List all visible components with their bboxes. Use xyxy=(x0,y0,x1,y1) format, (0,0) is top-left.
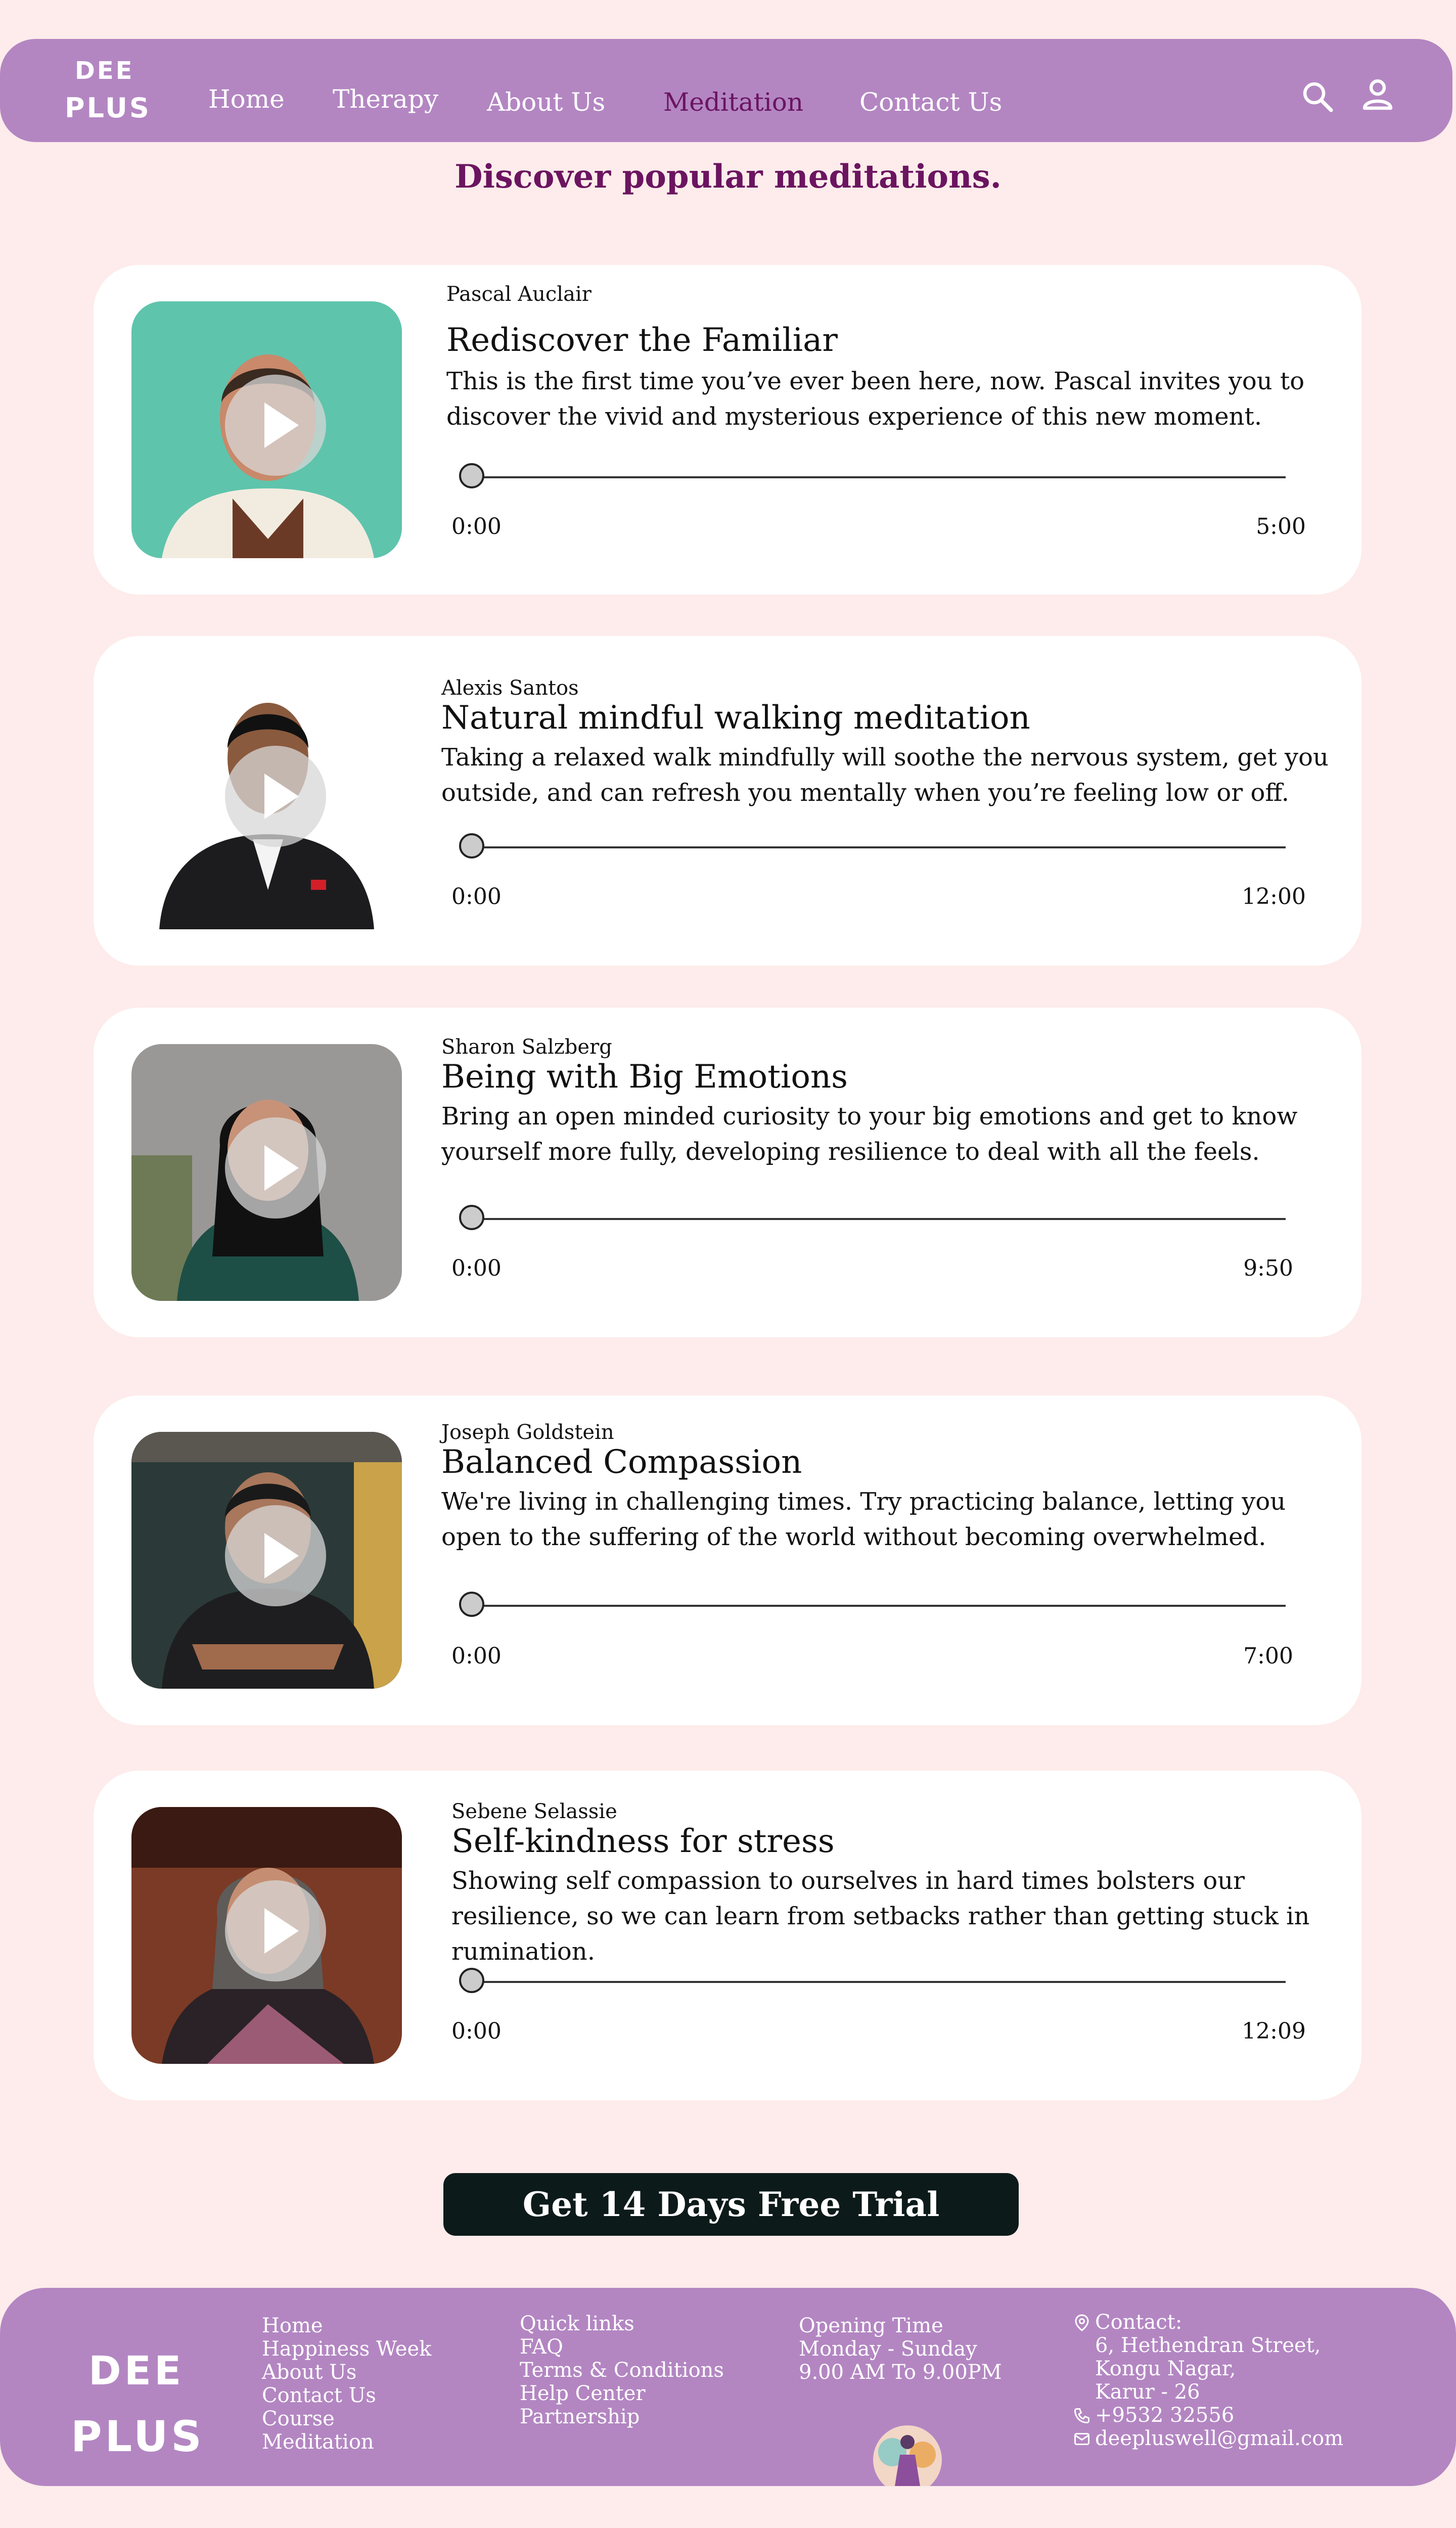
meditation-card: Pascal Auclair Rediscover the Familiar T… xyxy=(94,265,1361,595)
duration: 5:00 xyxy=(1256,514,1306,539)
page-title: Discover popular meditations. xyxy=(454,158,1002,196)
duration: 9:50 xyxy=(1243,1255,1293,1281)
progress-track[interactable] xyxy=(459,1205,1286,1230)
track-description: We're living in challenging times. Try p… xyxy=(441,1487,1286,1551)
instructor-photo xyxy=(131,672,402,929)
footer-link-home[interactable]: Home xyxy=(262,2314,431,2337)
instructor-photo xyxy=(131,1044,402,1301)
progress-handle[interactable] xyxy=(459,1968,484,1993)
progress-track[interactable] xyxy=(459,1968,1286,1993)
instructor-photo xyxy=(131,1432,402,1689)
contact-label: Contact: xyxy=(1095,2311,1182,2334)
footer-link-faq[interactable]: FAQ xyxy=(520,2335,724,2359)
meditation-figure-icon xyxy=(873,2425,942,2486)
progress-track[interactable] xyxy=(459,833,1286,859)
play-button[interactable] xyxy=(225,1505,326,1606)
opening-days: Monday - Sunday xyxy=(799,2337,977,2361)
logo[interactable]: DEE PLUS xyxy=(65,54,153,130)
location-pin-icon xyxy=(1075,2314,1089,2331)
free-trial-button[interactable]: Get 14 Days Free Trial xyxy=(443,2173,1019,2236)
email-line[interactable]: deepluswell@gmail.com xyxy=(1073,2427,1343,2450)
footer-logo-top-text: DEE xyxy=(88,2349,185,2394)
play-button[interactable] xyxy=(225,1117,326,1218)
footer-link-partnership[interactable]: Partnership xyxy=(520,2405,724,2428)
footer-link-help-center[interactable]: Help Center xyxy=(520,2382,724,2405)
meditation-card: Alexis Santos Natural mindful walking me… xyxy=(94,636,1361,966)
track-author: Pascal Auclair xyxy=(446,283,592,306)
opening-hours-text: 9.00 AM To 9.00PM xyxy=(799,2361,1002,2384)
footer-link-about-us[interactable]: About Us xyxy=(262,2361,431,2384)
phone-number: +9532 32556 xyxy=(1095,2404,1235,2427)
top-nav: DEE PLUS Home Therapy About Us Meditatio… xyxy=(0,39,1452,142)
footer-link-terms[interactable]: Terms & Conditions xyxy=(520,2359,724,2382)
progress-handle[interactable] xyxy=(459,1205,484,1230)
track-description: Bring an open minded curiosity to your b… xyxy=(441,1102,1298,1166)
footer: DEE PLUS Home Happiness Week About Us Co… xyxy=(0,2288,1456,2486)
duration: 7:00 xyxy=(1243,1643,1293,1669)
track-author: Sebene Selassie xyxy=(451,1800,617,1823)
logo-bottom-text: PLUS xyxy=(65,92,151,124)
duration: 12:09 xyxy=(1242,2018,1306,2044)
track-description: Taking a relaxed walk mindfully will soo… xyxy=(441,743,1329,807)
track-title: Self-kindness for stress xyxy=(451,1823,835,1860)
track-author: Joseph Goldstein xyxy=(441,1421,614,1444)
track-title: Balanced Compassion xyxy=(441,1443,802,1481)
track-title: Rediscover the Familiar xyxy=(446,322,838,359)
footer-link-happiness-week[interactable]: Happiness Week xyxy=(262,2337,431,2361)
current-time: 0:00 xyxy=(451,514,502,539)
progress-handle[interactable] xyxy=(459,463,484,488)
footer-nav-links: Home Happiness Week About Us Contact Us … xyxy=(262,2314,431,2454)
mail-icon xyxy=(1074,2433,1089,2445)
meditation-card: Sharon Salzberg Being with Big Emotions … xyxy=(94,1008,1361,1337)
current-time: 0:00 xyxy=(451,1643,502,1669)
nav-link-therapy[interactable]: Therapy xyxy=(333,84,438,114)
logo-top-text: DEE xyxy=(75,57,134,85)
search-icon[interactable] xyxy=(1299,78,1337,116)
footer-link-contact-us[interactable]: Contact Us xyxy=(262,2384,431,2407)
play-button[interactable] xyxy=(225,746,326,847)
contact-heading: Contact: xyxy=(1073,2311,1343,2334)
nav-link-contact-us[interactable]: Contact Us xyxy=(859,87,1002,117)
phone-line[interactable]: +9532 32556 xyxy=(1073,2404,1343,2427)
current-time: 0:00 xyxy=(451,884,502,910)
footer-link-meditation[interactable]: Meditation xyxy=(262,2430,431,2454)
instructor-photo xyxy=(131,1807,402,2064)
progress-handle[interactable] xyxy=(459,833,484,859)
footer-link-course[interactable]: Course xyxy=(262,2407,431,2430)
progress-track[interactable] xyxy=(459,1592,1286,1617)
nav-link-home[interactable]: Home xyxy=(208,84,285,114)
opening-hours: Opening Time Monday - Sunday 9.00 AM To … xyxy=(799,2314,1002,2384)
opening-heading: Opening Time xyxy=(799,2314,943,2337)
quick-links-heading: Quick links xyxy=(520,2312,634,2335)
footer-quick-links: Quick links FAQ Terms & Conditions Help … xyxy=(520,2312,724,2428)
email-address: deepluswell@gmail.com xyxy=(1095,2427,1344,2450)
progress-handle[interactable] xyxy=(459,1592,484,1617)
nav-link-meditation[interactable]: Meditation xyxy=(663,87,803,117)
phone-icon xyxy=(1074,2408,1089,2424)
current-time: 0:00 xyxy=(451,2018,502,2044)
play-button[interactable] xyxy=(225,375,326,476)
track-author: Alexis Santos xyxy=(441,676,579,700)
duration: 12:00 xyxy=(1242,884,1306,910)
track-title: Natural mindful walking meditation xyxy=(441,699,1030,737)
meditation-card: Sebene Selassie Self-kindness for stress… xyxy=(94,1771,1361,2100)
address-line-1: 6, Hethendran Street, xyxy=(1095,2334,1321,2357)
instructor-photo xyxy=(131,301,402,558)
track-description: This is the first time you’ve ever been … xyxy=(446,367,1305,431)
current-time: 0:00 xyxy=(451,1255,502,1281)
track-title: Being with Big Emotions xyxy=(441,1058,848,1096)
meditation-card: Joseph Goldstein Balanced Compassion We'… xyxy=(94,1395,1361,1725)
nav-link-about-us[interactable]: About Us xyxy=(487,87,605,117)
footer-logo[interactable]: DEE PLUS xyxy=(71,2343,222,2475)
play-button[interactable] xyxy=(225,1880,326,1981)
address-line-2: Kongu Nagar, xyxy=(1095,2357,1236,2380)
user-icon[interactable] xyxy=(1359,76,1396,114)
address-line-3: Karur - 26 xyxy=(1095,2380,1200,2404)
progress-track[interactable] xyxy=(459,463,1286,488)
contact-info: Contact: 6, Hethendran Street, Kongu Nag… xyxy=(1073,2311,1343,2450)
footer-logo-bottom-text: PLUS xyxy=(71,2412,205,2461)
track-author: Sharon Salzberg xyxy=(441,1035,612,1059)
track-description: Showing self compassion to ourselves in … xyxy=(451,1867,1310,1966)
